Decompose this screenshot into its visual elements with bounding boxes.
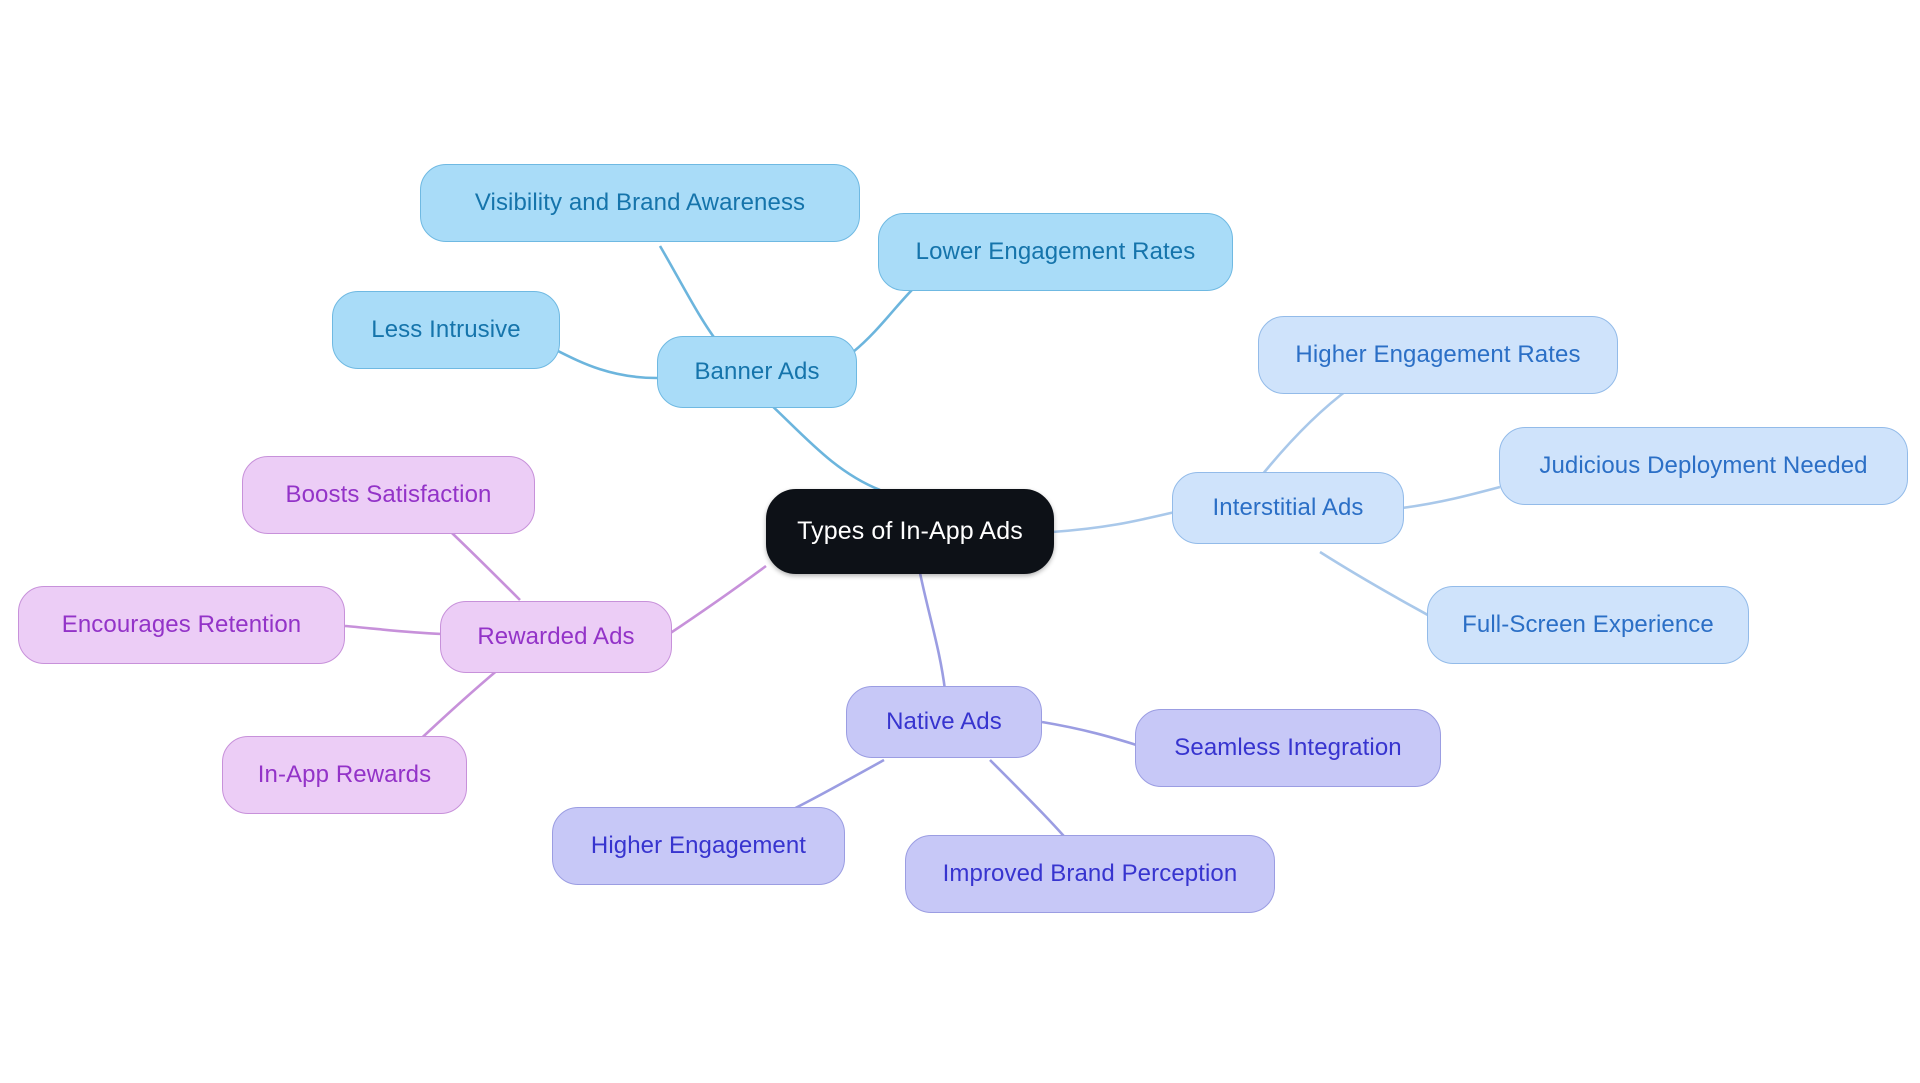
edge-rewarded-retention — [344, 624, 443, 636]
leaf-node-label: Judicious Deployment Needed — [1539, 452, 1868, 479]
edge-banner-less-intrusive — [555, 348, 658, 380]
leaf-node-improved-brand-perception[interactable]: Improved Brand Perception — [905, 835, 1275, 913]
leaf-node-seamless-integration[interactable]: Seamless Integration — [1135, 709, 1441, 787]
branch-node-label-interstitial-ads: Interstitial Ads — [1212, 494, 1364, 521]
leaf-node-higher-engagement-rates[interactable]: Higher Engagement Rates — [1258, 316, 1618, 394]
branch-node-native-ads[interactable]: Native Ads — [846, 686, 1042, 758]
leaf-node-boosts-satisfaction[interactable]: Boosts Satisfaction — [242, 456, 535, 534]
leaf-node-visibility-and-brand-awareness[interactable]: Visibility and Brand Awareness — [420, 164, 860, 242]
mindmap-canvas: Types of In-App Ads Banner Ads Visibilit… — [0, 0, 1920, 1083]
branch-node-label-banner-ads: Banner Ads — [694, 358, 820, 385]
edge-root-native — [918, 572, 947, 691]
leaf-node-label: In-App Rewards — [257, 761, 432, 788]
root-node-types-of-in-app-ads[interactable]: Types of In-App Ads — [766, 489, 1054, 574]
edge-interstitial-judicious — [1401, 485, 1501, 510]
branch-node-label-rewarded-ads: Rewarded Ads — [477, 623, 635, 650]
leaf-node-higher-engagement[interactable]: Higher Engagement — [552, 807, 845, 885]
edge-banner-lower-engagement — [852, 281, 921, 354]
edge-interstitial-higher-engagement — [1256, 386, 1351, 481]
leaf-node-less-intrusive[interactable]: Less Intrusive — [332, 291, 560, 369]
leaf-node-label: Less Intrusive — [371, 316, 521, 343]
edge-root-rewarded — [665, 564, 767, 638]
edge-banner-visibility — [658, 245, 721, 345]
leaf-node-judicious-deployment-needed[interactable]: Judicious Deployment Needed — [1499, 427, 1908, 505]
leaf-node-label: Full-Screen Experience — [1462, 611, 1714, 638]
leaf-node-label: Seamless Integration — [1174, 734, 1402, 761]
leaf-node-label: Higher Engagement Rates — [1295, 341, 1581, 368]
leaf-node-label: Encourages Retention — [61, 611, 302, 638]
leaf-node-in-app-rewards[interactable]: In-App Rewards — [222, 736, 467, 814]
leaf-node-label: Improved Brand Perception — [942, 860, 1238, 887]
edge-root-interstitial — [1051, 510, 1176, 534]
edge-interstitial-fullscreen — [1319, 550, 1441, 624]
branch-node-label-native-ads: Native Ads — [886, 708, 1002, 735]
leaf-node-label: Boosts Satisfaction — [285, 481, 492, 508]
leaf-node-encourages-retention[interactable]: Encourages Retention — [18, 586, 345, 664]
branch-node-interstitial-ads[interactable]: Interstitial Ads — [1172, 472, 1404, 544]
leaf-node-label: Higher Engagement — [590, 832, 807, 859]
leaf-node-lower-engagement-rates[interactable]: Lower Engagement Rates — [878, 213, 1233, 291]
leaf-node-full-screen-experience[interactable]: Full-Screen Experience — [1427, 586, 1749, 664]
leaf-node-label: Lower Engagement Rates — [915, 238, 1196, 265]
branch-node-banner-ads[interactable]: Banner Ads — [657, 336, 857, 408]
leaf-node-label: Visibility and Brand Awareness — [474, 189, 806, 216]
branch-node-rewarded-ads[interactable]: Rewarded Ads — [440, 601, 672, 673]
edge-native-seamless — [1041, 720, 1141, 748]
root-node-label: Types of In-App Ads — [797, 517, 1023, 545]
